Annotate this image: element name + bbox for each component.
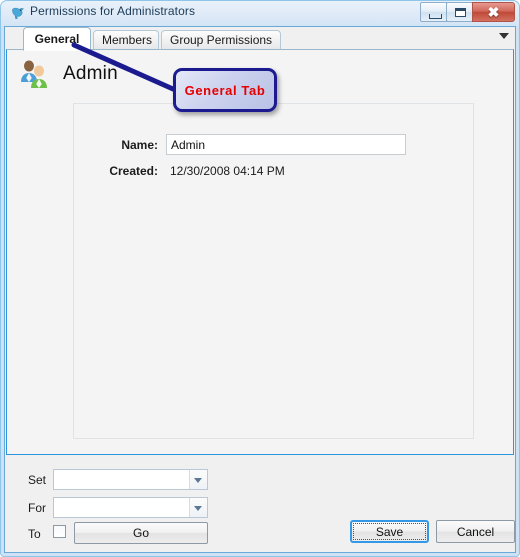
field-row-name: Name:	[90, 134, 406, 155]
window-controls: ✖	[420, 2, 515, 22]
maximize-button[interactable]	[446, 2, 473, 22]
to-checkbox[interactable]	[53, 525, 66, 538]
cancel-button[interactable]: Cancel	[436, 520, 515, 543]
chevron-down-icon	[194, 478, 202, 483]
save-button-label: Save	[375, 525, 404, 539]
bottom-action-bar: Set For To Go Save Cancel	[6, 456, 515, 551]
created-field-label: Created:	[109, 164, 158, 178]
tab-group-permissions-label: Group Permissions	[170, 33, 273, 47]
annotation-label: General Tab	[184, 82, 266, 98]
to-label: To	[28, 527, 41, 541]
tab-general-label: General	[34, 32, 80, 46]
window-title: Permissions for Administrators	[30, 4, 196, 18]
set-label: Set	[28, 473, 47, 487]
group-name-heading: Admin	[63, 63, 118, 84]
close-button[interactable]: ✖	[472, 2, 515, 22]
close-icon: ✖	[487, 4, 500, 20]
save-button[interactable]: Save	[350, 520, 429, 543]
tab-strip: General Members Group Permissions	[5, 27, 515, 51]
bird-icon	[10, 5, 26, 21]
minimize-button[interactable]	[420, 2, 447, 22]
field-row-created: Created: 12/30/2008 04:14 PM	[90, 164, 285, 178]
set-dropdown[interactable]	[53, 469, 208, 490]
annotation-callout: General Tab	[173, 68, 277, 112]
tab-general[interactable]: General	[23, 27, 91, 51]
go-button-label: Go	[132, 526, 149, 540]
application-window: Permissions for Administrators ✖ General…	[0, 0, 520, 557]
for-dropdown-button[interactable]	[189, 498, 207, 517]
name-field-label: Name:	[121, 137, 158, 152]
chevron-down-icon[interactable]	[499, 33, 509, 39]
general-fields-panel: Name: Created: 12/30/2008 04:14 PM	[73, 103, 474, 439]
title-bar[interactable]: Permissions for Administrators ✖	[0, 0, 520, 26]
tab-group-permissions[interactable]: Group Permissions	[161, 30, 281, 50]
minimize-icon	[429, 14, 442, 19]
for-dropdown[interactable]	[53, 497, 208, 518]
created-value: 12/30/2008 04:14 PM	[170, 164, 285, 178]
cancel-button-label: Cancel	[456, 524, 495, 539]
tab-members-label: Members	[102, 33, 153, 47]
group-header: Admin	[17, 58, 118, 90]
for-label: For	[28, 501, 46, 515]
go-button[interactable]: Go	[74, 522, 208, 544]
name-input[interactable]	[166, 134, 406, 155]
maximize-icon	[455, 8, 466, 17]
tab-members[interactable]: Members	[93, 30, 159, 50]
set-dropdown-button[interactable]	[189, 470, 207, 489]
chevron-down-icon	[194, 506, 202, 511]
users-group-icon	[17, 58, 51, 90]
